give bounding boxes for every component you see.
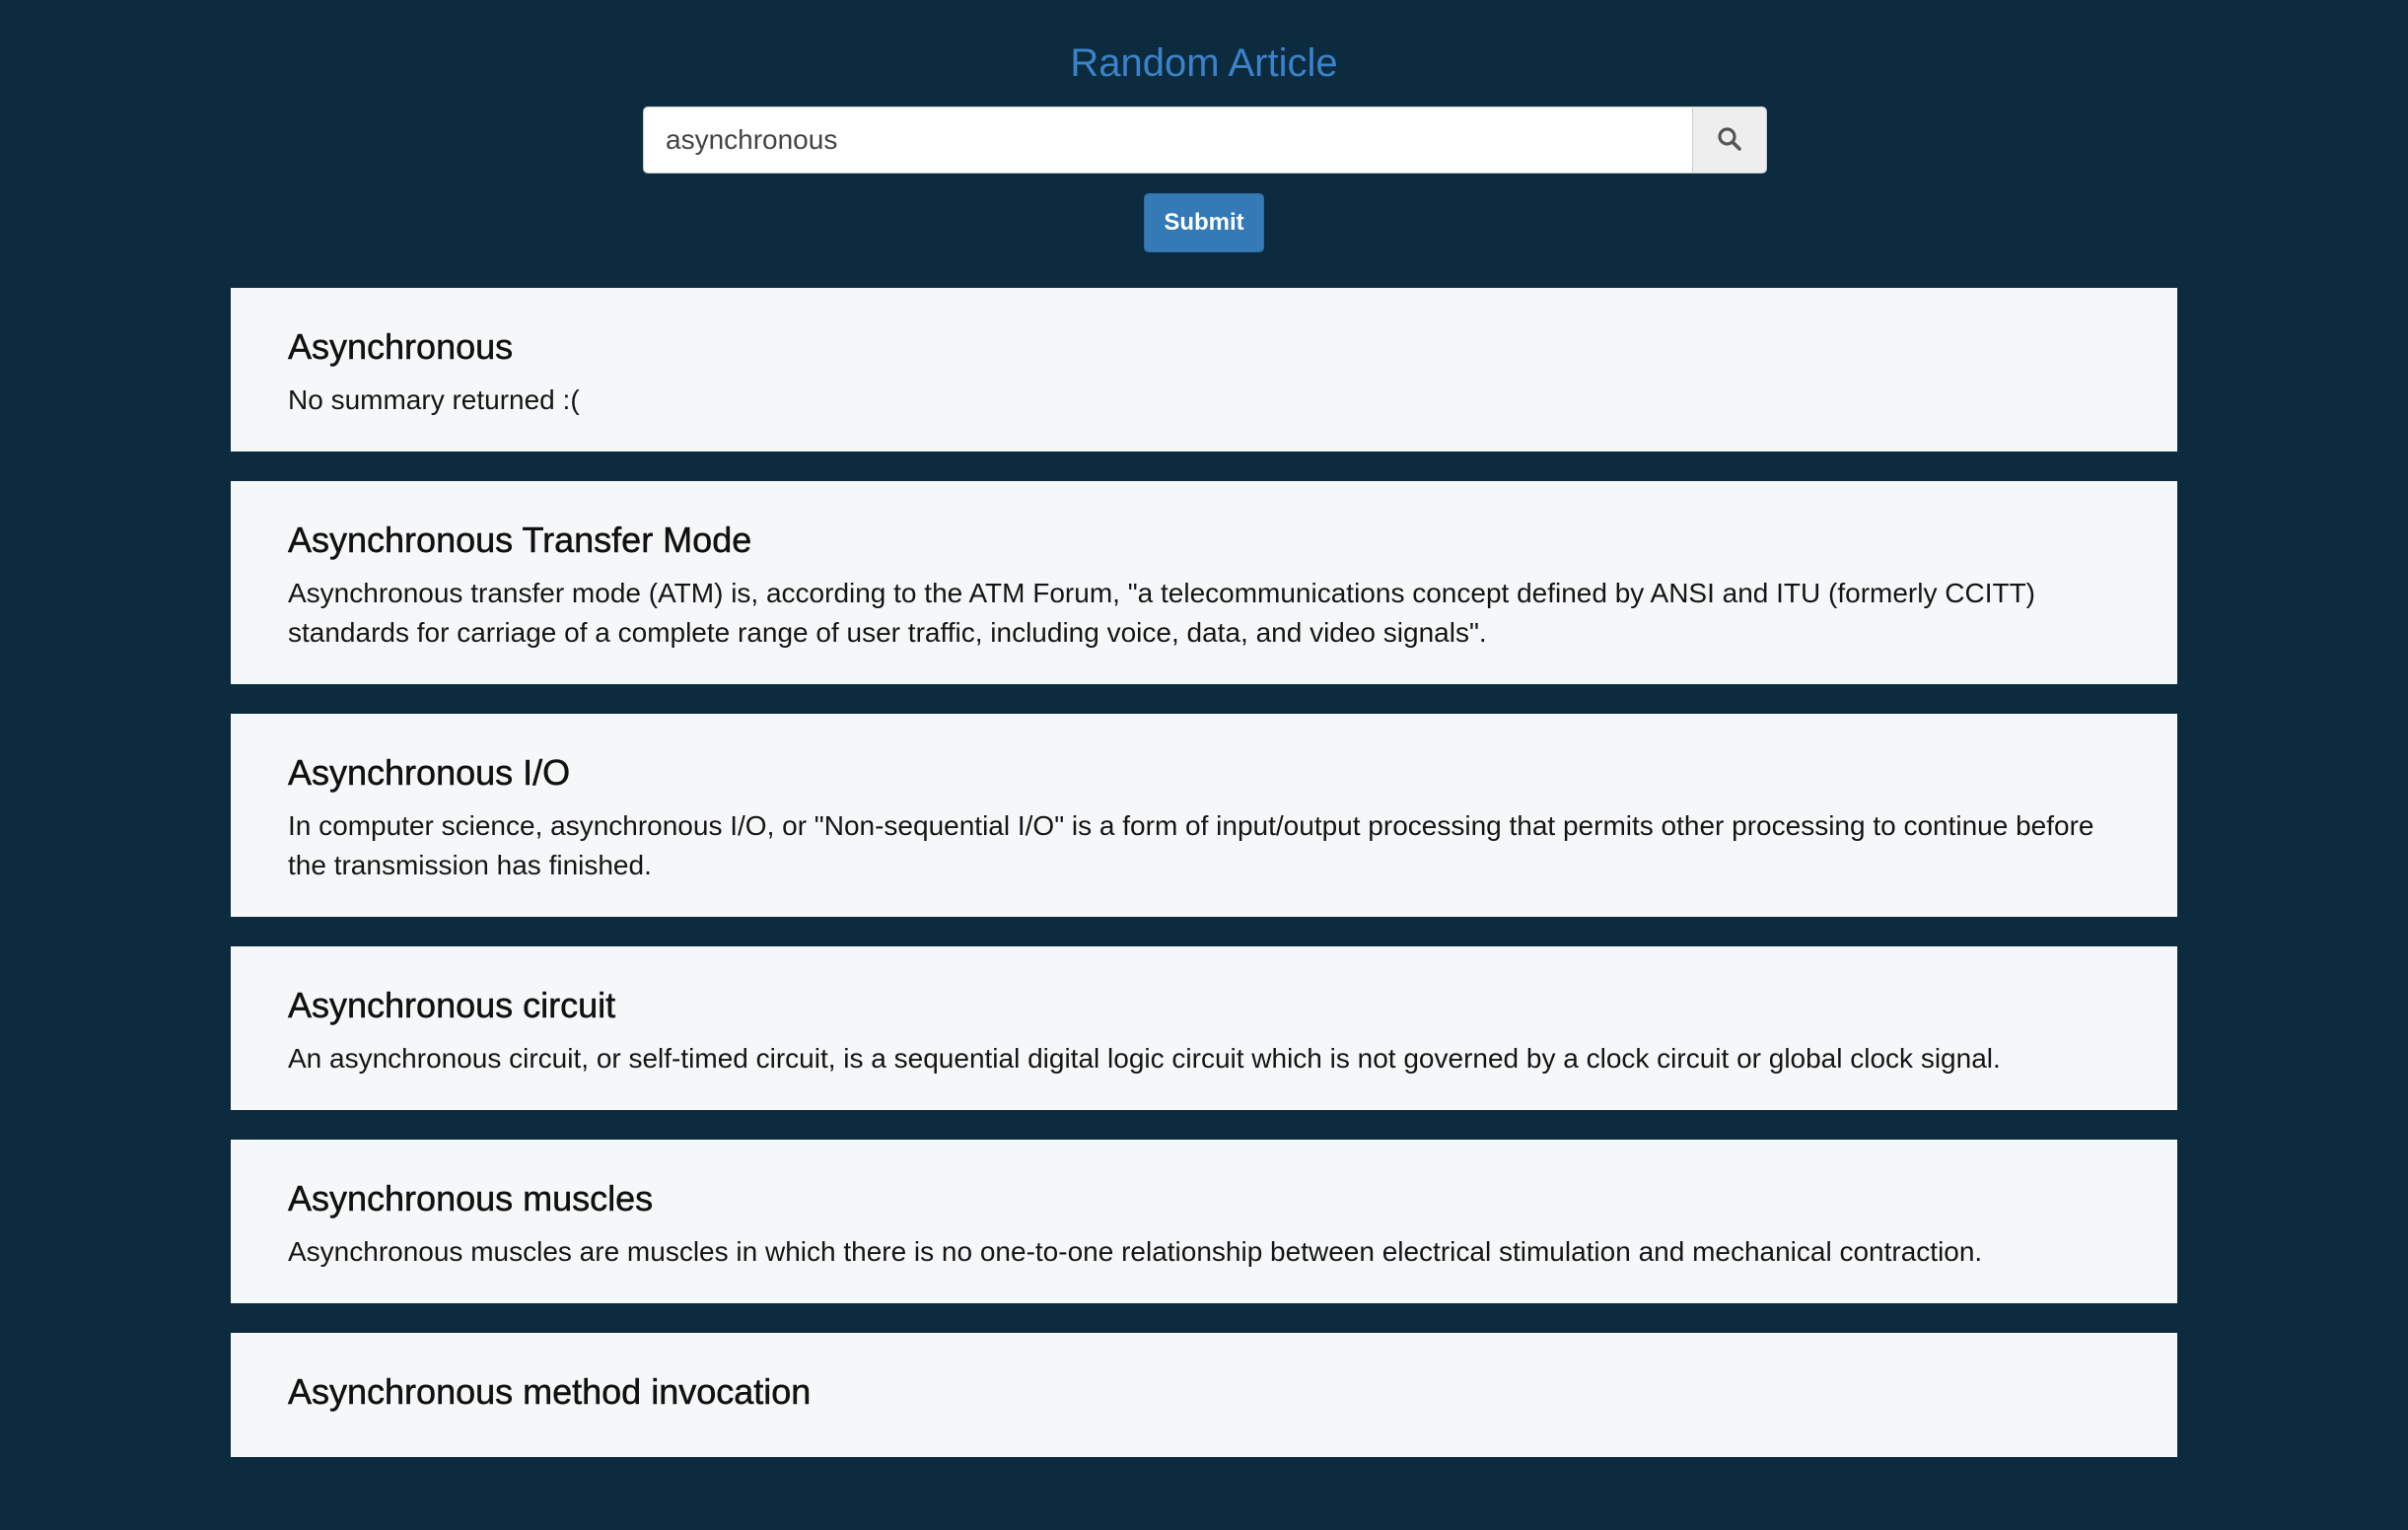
result-card[interactable]: Asynchronous No summary returned :( [231,288,2177,452]
result-title[interactable]: Asynchronous [288,325,2120,369]
result-card[interactable]: Asynchronous Transfer Mode Asynchronous … [231,481,2177,684]
results-list: Asynchronous No summary returned :( Asyn… [231,288,2177,1487]
result-summary: In computer science, asynchronous I/O, o… [288,810,2094,880]
result-summary: No summary returned :( [288,384,580,415]
result-title[interactable]: Asynchronous I/O [288,751,2120,795]
submit-button[interactable]: Submit [1144,193,1264,252]
search-icon [1716,125,1743,156]
result-card[interactable]: Asynchronous muscles Asynchronous muscle… [231,1140,2177,1303]
search-bar [643,106,1767,174]
search-button[interactable] [1692,106,1767,174]
result-card[interactable]: Asynchronous circuit An asynchronous cir… [231,946,2177,1110]
result-title[interactable]: Asynchronous muscles [288,1177,2120,1220]
result-title[interactable]: Asynchronous circuit [288,984,2120,1027]
result-title[interactable]: Asynchronous method invocation [288,1370,2120,1414]
result-summary: Asynchronous transfer mode (ATM) is, acc… [288,578,2035,648]
result-card[interactable]: Asynchronous I/O In computer science, as… [231,714,2177,917]
page-title: Random Article [1070,41,1338,85]
search-input[interactable] [643,106,1692,174]
result-summary: Asynchronous muscles are muscles in whic… [288,1236,1983,1267]
result-title[interactable]: Asynchronous Transfer Mode [288,519,2120,562]
result-card[interactable]: Asynchronous method invocation [231,1333,2177,1457]
result-summary: An asynchronous circuit, or self-timed c… [288,1043,2001,1074]
